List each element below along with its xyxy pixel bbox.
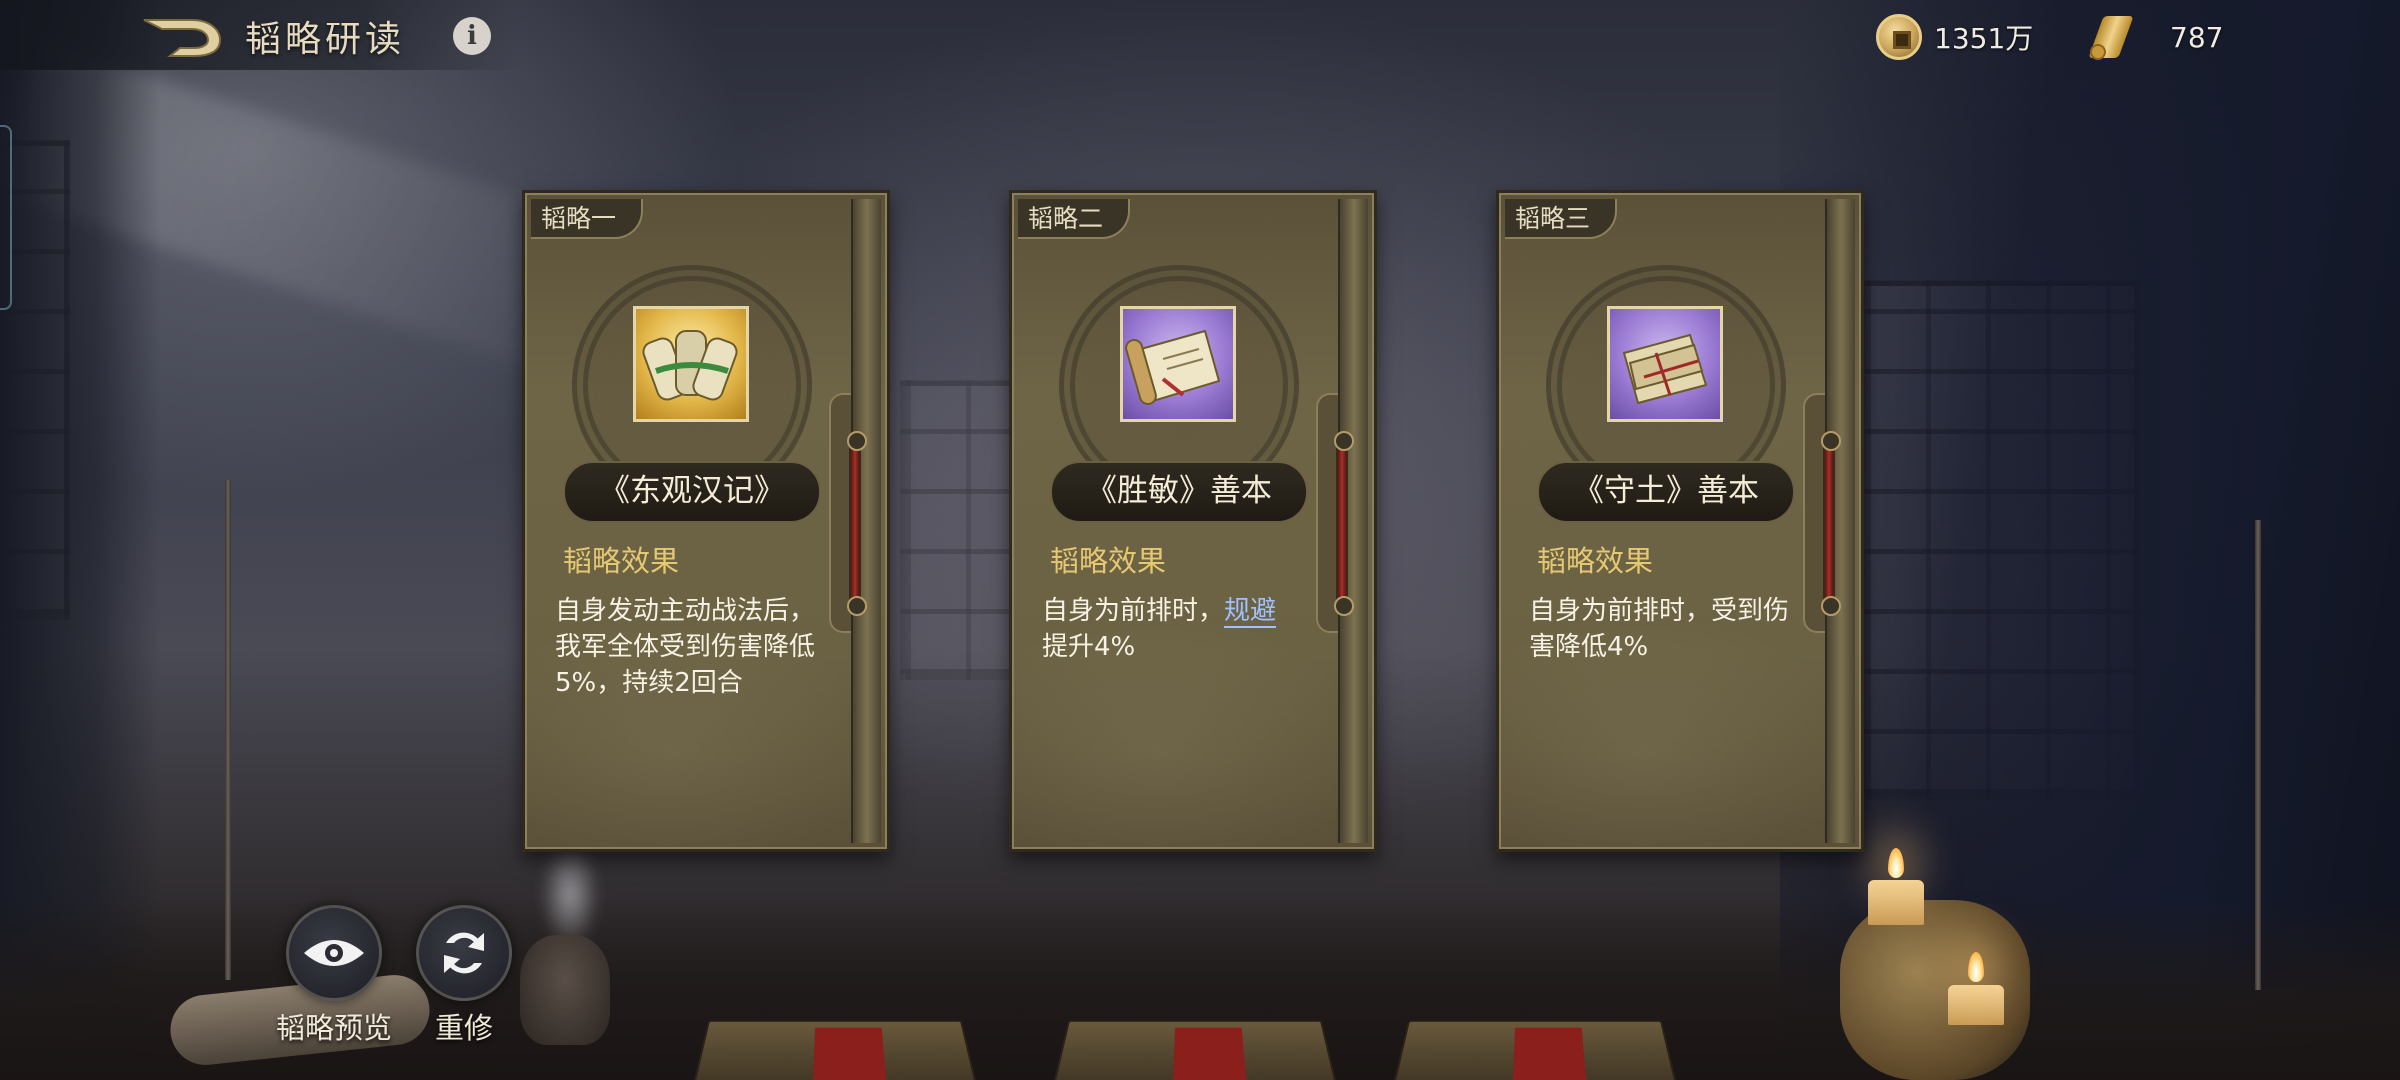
- effect-text: 自身为前排时，受到伤害降低4%: [1529, 596, 1790, 662]
- candle-1: [1868, 880, 1924, 925]
- table-book-2: [1050, 1020, 1340, 1080]
- golden-scroll-icon: [2088, 14, 2140, 60]
- left-edge-tab[interactable]: [0, 125, 12, 310]
- retrain-button[interactable]: 重修: [404, 905, 524, 1047]
- keyword-link-evade[interactable]: 规避: [1224, 596, 1277, 628]
- retrain-label: 重修: [434, 1011, 493, 1045]
- preview-circle[interactable]: [286, 905, 382, 1001]
- card-name: 《守土》善本: [1537, 461, 1795, 523]
- page-title: 韬略研读: [245, 19, 406, 60]
- strategy-card-2[interactable]: 韬略二 《胜敏》善本 韬略效果 自身为前排时，规避提升4%: [1009, 190, 1377, 852]
- currency-copper: 1351万: [1876, 10, 2033, 64]
- strategy-card-3[interactable]: 韬略三 《守土》善本 韬略效果 自身为前排时，受到伤害降低4%: [1496, 190, 1864, 852]
- card-name: 《东观汉记》: [563, 461, 821, 523]
- effect-text: 自身为前排时，规避提升4%: [1042, 593, 1317, 665]
- book-scroll-icon[interactable]: [1120, 306, 1236, 422]
- bound-book-icon: [1622, 333, 1708, 405]
- card-tag: 韬略一: [531, 199, 643, 239]
- card-notch: [829, 393, 851, 633]
- scroll-bundle-icon: [642, 330, 738, 401]
- info-button[interactable]: i: [453, 17, 491, 55]
- eye-icon: [304, 940, 364, 966]
- effect-label: 韬略效果: [563, 544, 680, 578]
- back-button[interactable]: [140, 12, 226, 60]
- scroll-amount: 787: [2170, 20, 2224, 54]
- effect-text-part: 自身为前排时，: [1042, 596, 1225, 626]
- preview-label: 韬略预览: [275, 1011, 392, 1045]
- card-red-bar: [1821, 431, 1841, 616]
- refresh-icon: [444, 932, 484, 974]
- book-bundle-icon[interactable]: [633, 306, 749, 422]
- candlestand-right: [2255, 520, 2261, 990]
- card-red-bar: [1334, 431, 1354, 616]
- top-bar: 韬略研读 i: [0, 0, 520, 70]
- copper-coin-icon: [1876, 14, 1922, 60]
- strategy-card-1[interactable]: 韬略一 《东观汉记》 韬略效果 自身发动主动战法后，我军全体受到伤害降低5%，持…: [522, 190, 890, 852]
- card-tag: 韬略三: [1505, 199, 1617, 239]
- candlestand-left: [225, 480, 231, 980]
- card-notch: [1316, 393, 1338, 633]
- effect-label: 韬略效果: [1537, 544, 1654, 578]
- card-tag: 韬略二: [1018, 199, 1130, 239]
- book-scroll-icon[interactable]: [1607, 306, 1723, 422]
- card-red-bar: [847, 431, 867, 616]
- candle-2: [1948, 985, 2004, 1025]
- effect-text: 自身发动主动战法后，我军全体受到伤害降低5%，持续2回合: [555, 596, 816, 698]
- retrain-circle[interactable]: [416, 905, 512, 1001]
- back-arrow-icon: [143, 19, 222, 57]
- table-book-3: [1390, 1020, 1680, 1080]
- open-scroll-icon: [1125, 329, 1221, 406]
- effect-label: 韬略效果: [1050, 544, 1167, 578]
- table-book-1: [690, 1020, 980, 1080]
- incense-burner: [520, 935, 610, 1045]
- effect-text-part: 提升4%: [1042, 632, 1136, 662]
- card-notch: [1803, 393, 1825, 633]
- currency-scroll: 787: [2088, 10, 2223, 64]
- card-name: 《胜敏》善本: [1050, 461, 1308, 523]
- copper-amount: 1351万: [1934, 22, 2034, 55]
- preview-button[interactable]: 韬略预览: [274, 905, 394, 1047]
- incense-smoke: [540, 840, 600, 950]
